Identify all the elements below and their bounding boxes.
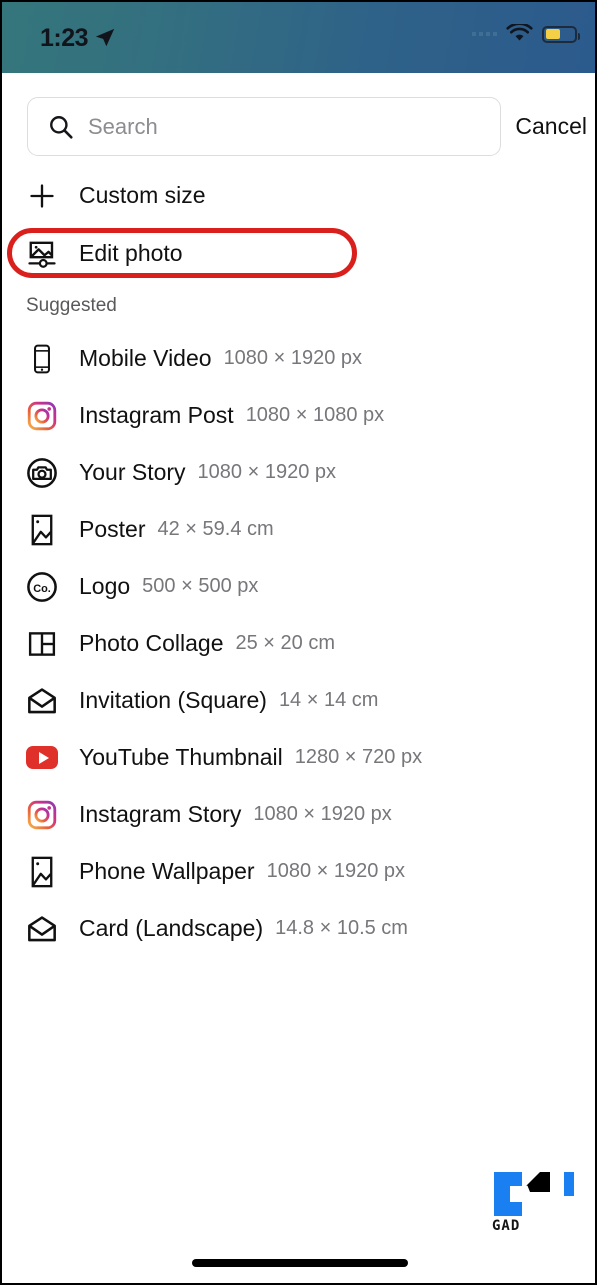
watermark-text: GAD	[492, 1218, 521, 1234]
list-item-name: Invitation (Square)	[79, 687, 267, 713]
search-input[interactable]	[88, 113, 468, 140]
action-row-custom-size[interactable]: Custom size	[2, 172, 595, 219]
envelope-open-icon	[23, 687, 61, 715]
mobile-phone-icon	[23, 344, 61, 374]
plus-icon	[23, 182, 61, 210]
list-item[interactable]: Your Story 1080 × 1920 px	[2, 444, 595, 501]
list-item-name: Instagram Post	[79, 402, 234, 428]
list-item-name: Photo Collage	[79, 630, 224, 656]
list-item[interactable]: Invitation (Square) 14 × 14 cm	[2, 672, 595, 729]
list-item[interactable]: Poster 42 × 59.4 cm	[2, 501, 595, 558]
list-item[interactable]: Co. Logo 500 × 500 px	[2, 558, 595, 615]
list-item-name: Instagram Story	[79, 801, 242, 827]
battery-low-power-icon	[542, 25, 580, 43]
list-item-dimensions: 1080 × 1920 px	[266, 860, 406, 882]
search-bar-row: Cancel	[2, 73, 595, 169]
list-item-dimensions: 14.8 × 10.5 cm	[275, 917, 408, 939]
suggested-list: Mobile Video 1080 × 1920 px Instagram Po…	[2, 330, 595, 957]
status-indicators	[472, 24, 580, 44]
signal-dots-icon	[472, 32, 497, 36]
list-item-name: Logo	[79, 573, 131, 599]
home-indicator[interactable]	[192, 1259, 408, 1267]
action-label-edit-photo: Edit photo	[79, 240, 183, 266]
collage-grid-icon	[23, 629, 61, 659]
edit-photo-icon	[23, 239, 61, 269]
suggested-section-header: Suggested	[26, 295, 117, 316]
camera-circle-icon	[23, 457, 61, 489]
cancel-button[interactable]: Cancel	[515, 113, 587, 140]
svg-text:Co.: Co.	[33, 582, 51, 594]
list-item-name: Your Story	[79, 459, 186, 485]
action-row-edit-photo[interactable]: Edit photo	[2, 230, 595, 277]
status-bar: 1:23	[2, 2, 595, 73]
search-icon	[50, 115, 73, 139]
list-item-name: Card (Landscape)	[79, 915, 264, 941]
list-item-dimensions: 1280 × 720 px	[294, 746, 423, 768]
list-item[interactable]: Card (Landscape) 14.8 × 10.5 cm	[2, 900, 595, 957]
action-label-custom-size: Custom size	[79, 182, 206, 208]
youtube-icon	[23, 746, 61, 769]
instagram-icon	[23, 799, 61, 831]
list-item-dimensions: 25 × 20 cm	[235, 632, 336, 654]
envelope-open-icon	[23, 915, 61, 943]
search-field-container[interactable]	[27, 97, 501, 156]
list-item-dimensions: 42 × 59.4 cm	[157, 518, 274, 540]
logo-circle-icon: Co.	[23, 571, 61, 603]
list-item[interactable]: Instagram Story 1080 × 1920 px	[2, 786, 595, 843]
watermark-logo: GAD	[492, 1170, 582, 1240]
list-item[interactable]: YouTube Thumbnail 1280 × 720 px	[2, 729, 595, 786]
list-item-dimensions: 1080 × 1080 px	[245, 404, 385, 426]
wifi-icon	[506, 24, 533, 41]
list-item[interactable]: Phone Wallpaper 1080 × 1920 px	[2, 843, 595, 900]
list-item-name: Mobile Video	[79, 345, 212, 371]
list-item[interactable]: Instagram Post 1080 × 1080 px	[2, 387, 595, 444]
wallpaper-image-icon	[23, 856, 61, 888]
list-item-dimensions: 14 × 14 cm	[278, 689, 379, 711]
list-item-dimensions: 1080 × 1920 px	[253, 803, 392, 825]
list-item-dimensions: 1080 × 1920 px	[197, 461, 337, 483]
list-item-dimensions: 500 × 500 px	[142, 575, 259, 597]
list-item-name: Poster	[79, 516, 146, 542]
poster-image-icon	[23, 514, 61, 546]
instagram-icon	[23, 400, 61, 432]
list-item[interactable]: Mobile Video 1080 × 1920 px	[2, 330, 595, 387]
list-item[interactable]: Photo Collage 25 × 20 cm	[2, 615, 595, 672]
list-item-name: Phone Wallpaper	[79, 858, 255, 884]
status-time: 1:23	[40, 24, 89, 52]
location-arrow-icon	[95, 28, 115, 47]
list-item-dimensions: 1080 × 1920 px	[223, 347, 363, 369]
list-item-name: YouTube Thumbnail	[79, 744, 283, 770]
phone-screen: 1:23 Cancel	[0, 0, 597, 1285]
